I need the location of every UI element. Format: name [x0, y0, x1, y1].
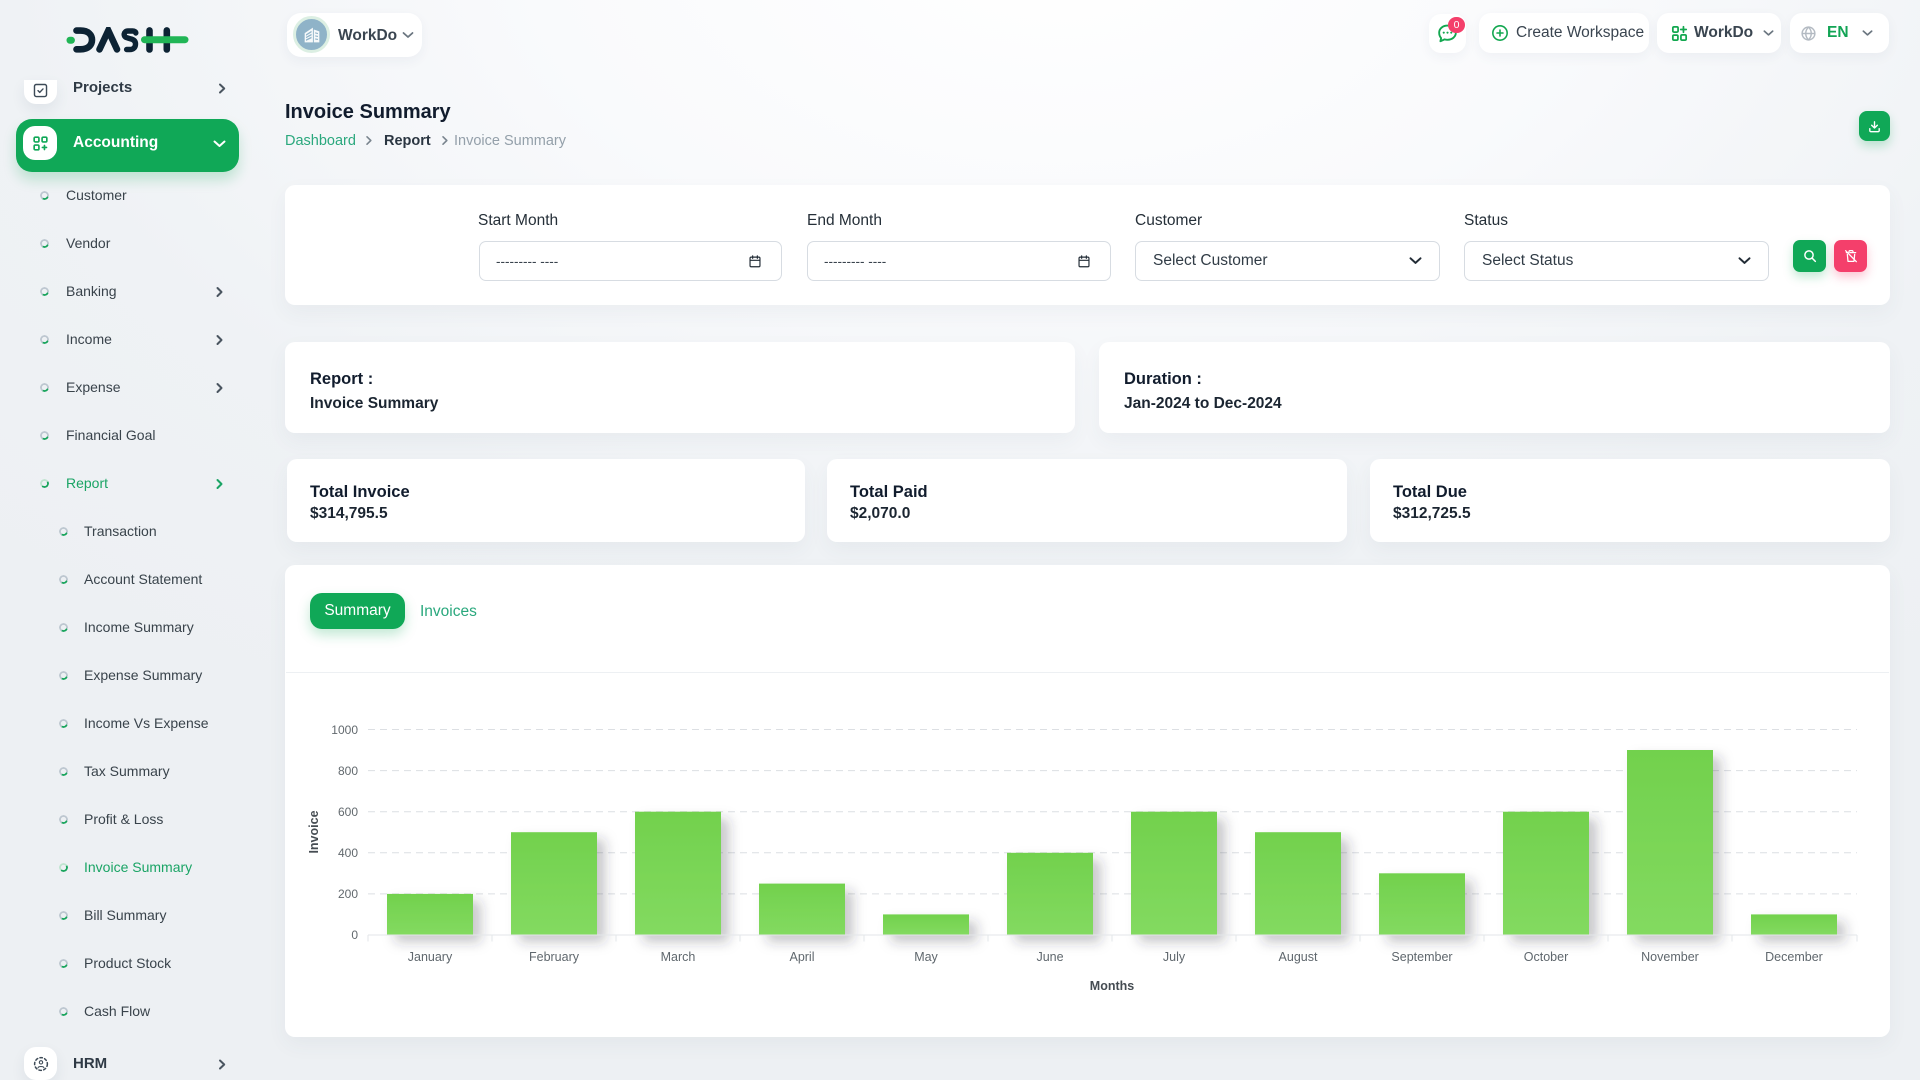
svg-text:200: 200 [338, 887, 358, 901]
svg-text:December: December [1765, 950, 1823, 964]
svg-text:Invoice: Invoice [307, 810, 321, 853]
svg-text:600: 600 [338, 805, 358, 819]
svg-text:June: June [1036, 950, 1063, 964]
svg-text:February: February [529, 950, 580, 964]
svg-text:May: May [914, 950, 938, 964]
svg-text:March: March [661, 950, 696, 964]
svg-text:1000: 1000 [331, 723, 358, 737]
svg-text:July: July [1163, 950, 1186, 964]
svg-text:0: 0 [351, 928, 358, 942]
svg-text:400: 400 [338, 846, 358, 860]
svg-text:November: November [1641, 950, 1699, 964]
svg-text:January: January [408, 950, 453, 964]
svg-text:800: 800 [338, 764, 358, 778]
svg-text:Months: Months [1090, 979, 1134, 993]
svg-text:October: October [1524, 950, 1568, 964]
svg-text:April: April [789, 950, 814, 964]
svg-text:September: September [1391, 950, 1452, 964]
svg-text:August: August [1279, 950, 1318, 964]
